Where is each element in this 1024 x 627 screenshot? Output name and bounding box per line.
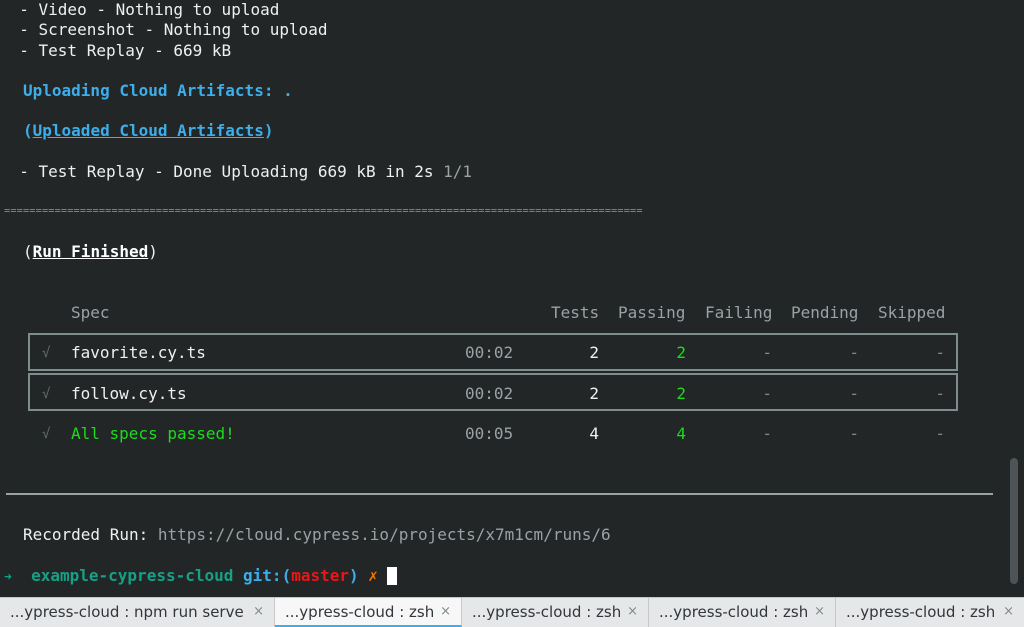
header-spec: Spec [71,303,110,322]
done-uploading-text: - Test Replay - Done Uploading 669 kB in… [0,162,434,181]
tab-label: ...ypress-cloud : zsh [472,603,622,621]
passing-count: 2 [676,343,686,362]
shell-prompt[interactable]: ➜ example-cypress-cloud git:(master) ✗ [4,566,378,586]
prompt-git-prefix: git:( [243,566,292,585]
prompt-branch: master [291,566,349,585]
close-icon[interactable]: × [627,598,638,626]
tab-zsh[interactable]: ...ypress-cloud : zsh × [462,598,649,627]
run-finished-text: Run Finished [32,242,149,261]
header-pending: Pending [791,303,859,322]
spec-duration: 00:02 [465,343,514,362]
recorded-run-label: Recorded Run: [23,525,149,544]
prompt-directory: example-cypress-cloud [31,566,234,585]
spec-name: follow.cy.ts [71,384,187,403]
failing-count: - [762,343,772,362]
summary-skipped: - [935,424,945,443]
spec-name: favorite.cy.ts [71,343,206,362]
header-tests: Tests [551,303,600,322]
scrollbar-handle[interactable] [1010,458,1018,584]
recorded-run-line: Recorded Run: https://cloud.cypress.io/p… [23,525,611,545]
spec-duration: 00:02 [465,384,514,403]
tab-label: ...ypress-cloud : zsh [846,603,996,621]
tab-zsh[interactable]: ...ypress-cloud : zsh × [649,598,836,627]
prompt-arrow-icon: ➜ [4,570,12,585]
close-icon[interactable]: × [253,598,264,626]
tab-zsh-active[interactable]: ...ypress-cloud : zsh × [275,598,462,627]
uploaded-artifacts-heading: (Uploaded Cloud Artifacts) [23,121,274,140]
summary-text: All specs passed! [71,424,235,443]
separator-line: ========================================… [4,206,643,217]
tab-npm-run-serve[interactable]: ...ypress-cloud : npm run serve × [0,598,275,627]
skipped-count: - [935,343,945,362]
tab-label: ...ypress-cloud : zsh [285,603,435,621]
tests-count: 2 [589,384,599,403]
header-skipped: Skipped [878,303,946,322]
uploading-artifacts-label: Uploading Cloud Artifacts: . [23,81,293,100]
summary-tests: 4 [589,424,599,443]
summary-duration: 00:05 [465,424,514,443]
upload-line-screenshot: - Screenshot - Nothing to upload [0,20,328,39]
tab-zsh[interactable]: ...ypress-cloud : zsh × [836,598,1024,627]
tests-count: 2 [589,343,599,362]
terminal-view[interactable]: - Video - Nothing to upload - Screenshot… [0,0,1024,597]
check-icon: √ [42,345,51,361]
skipped-count: - [935,384,945,403]
upload-line-video: - Video - Nothing to upload [0,0,280,19]
recorded-run-url[interactable]: https://cloud.cypress.io/projects/x7m1cm… [158,525,611,544]
done-uploading-line: - Test Replay - Done Uploading 669 kB in… [0,162,472,182]
passing-count: 2 [676,384,686,403]
header-passing: Passing [618,303,686,322]
run-finished-heading: (Run Finished) [23,242,158,261]
tab-label: ...ypress-cloud : npm run serve [10,603,244,621]
terminal-tab-bar: ...ypress-cloud : npm run serve × ...ypr… [0,597,1024,627]
uploaded-artifacts-text: Uploaded Cloud Artifacts [32,121,264,140]
pending-count: - [849,343,859,362]
header-failing: Failing [705,303,773,322]
summary-pending: - [849,424,859,443]
terminal-cursor [387,567,397,585]
close-icon[interactable]: × [814,598,825,626]
failing-count: - [762,384,772,403]
close-icon[interactable]: × [440,598,451,625]
pending-count: - [849,384,859,403]
upload-line-test-replay: - Test Replay - 669 kB [0,41,232,60]
summary-failing: - [762,424,772,443]
close-icon[interactable]: × [1003,598,1014,626]
tab-label: ...ypress-cloud : zsh [659,603,809,621]
check-icon: √ [42,426,51,442]
dirty-marker-icon: ✗ [368,566,378,585]
summary-passing: 4 [676,424,686,443]
horizontal-rule [6,493,993,495]
done-count: 1/1 [443,162,473,181]
prompt-git-suffix: ) [349,566,359,585]
check-icon: √ [42,386,51,402]
